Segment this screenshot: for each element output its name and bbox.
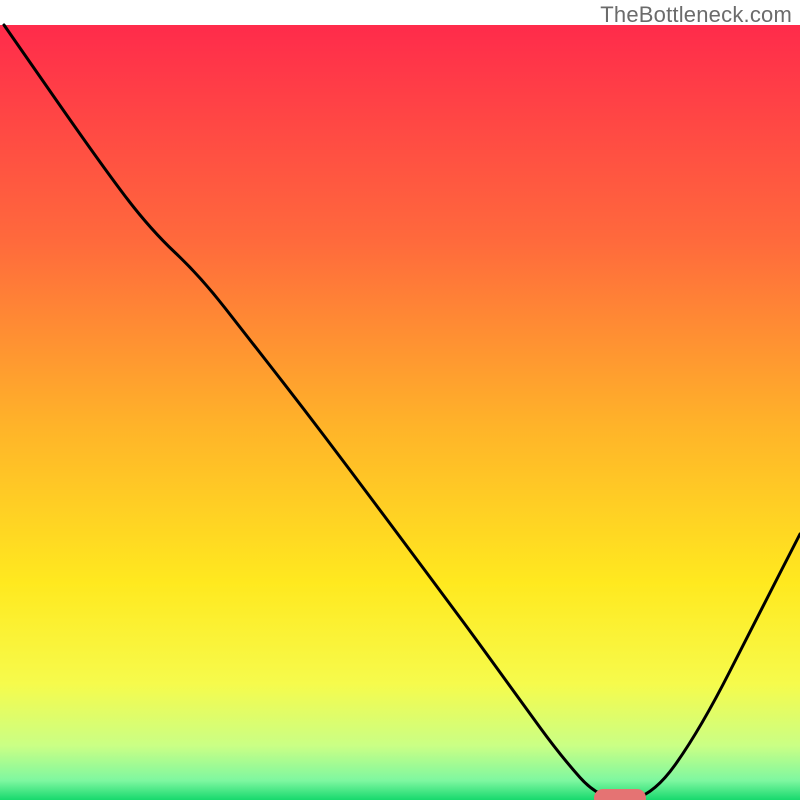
watermark-text: TheBottleneck.com — [600, 2, 792, 28]
chart-background — [0, 25, 800, 800]
bottleneck-chart: TheBottleneck.com — [0, 0, 800, 800]
chart-svg — [0, 0, 800, 800]
optimum-marker — [594, 789, 646, 800]
